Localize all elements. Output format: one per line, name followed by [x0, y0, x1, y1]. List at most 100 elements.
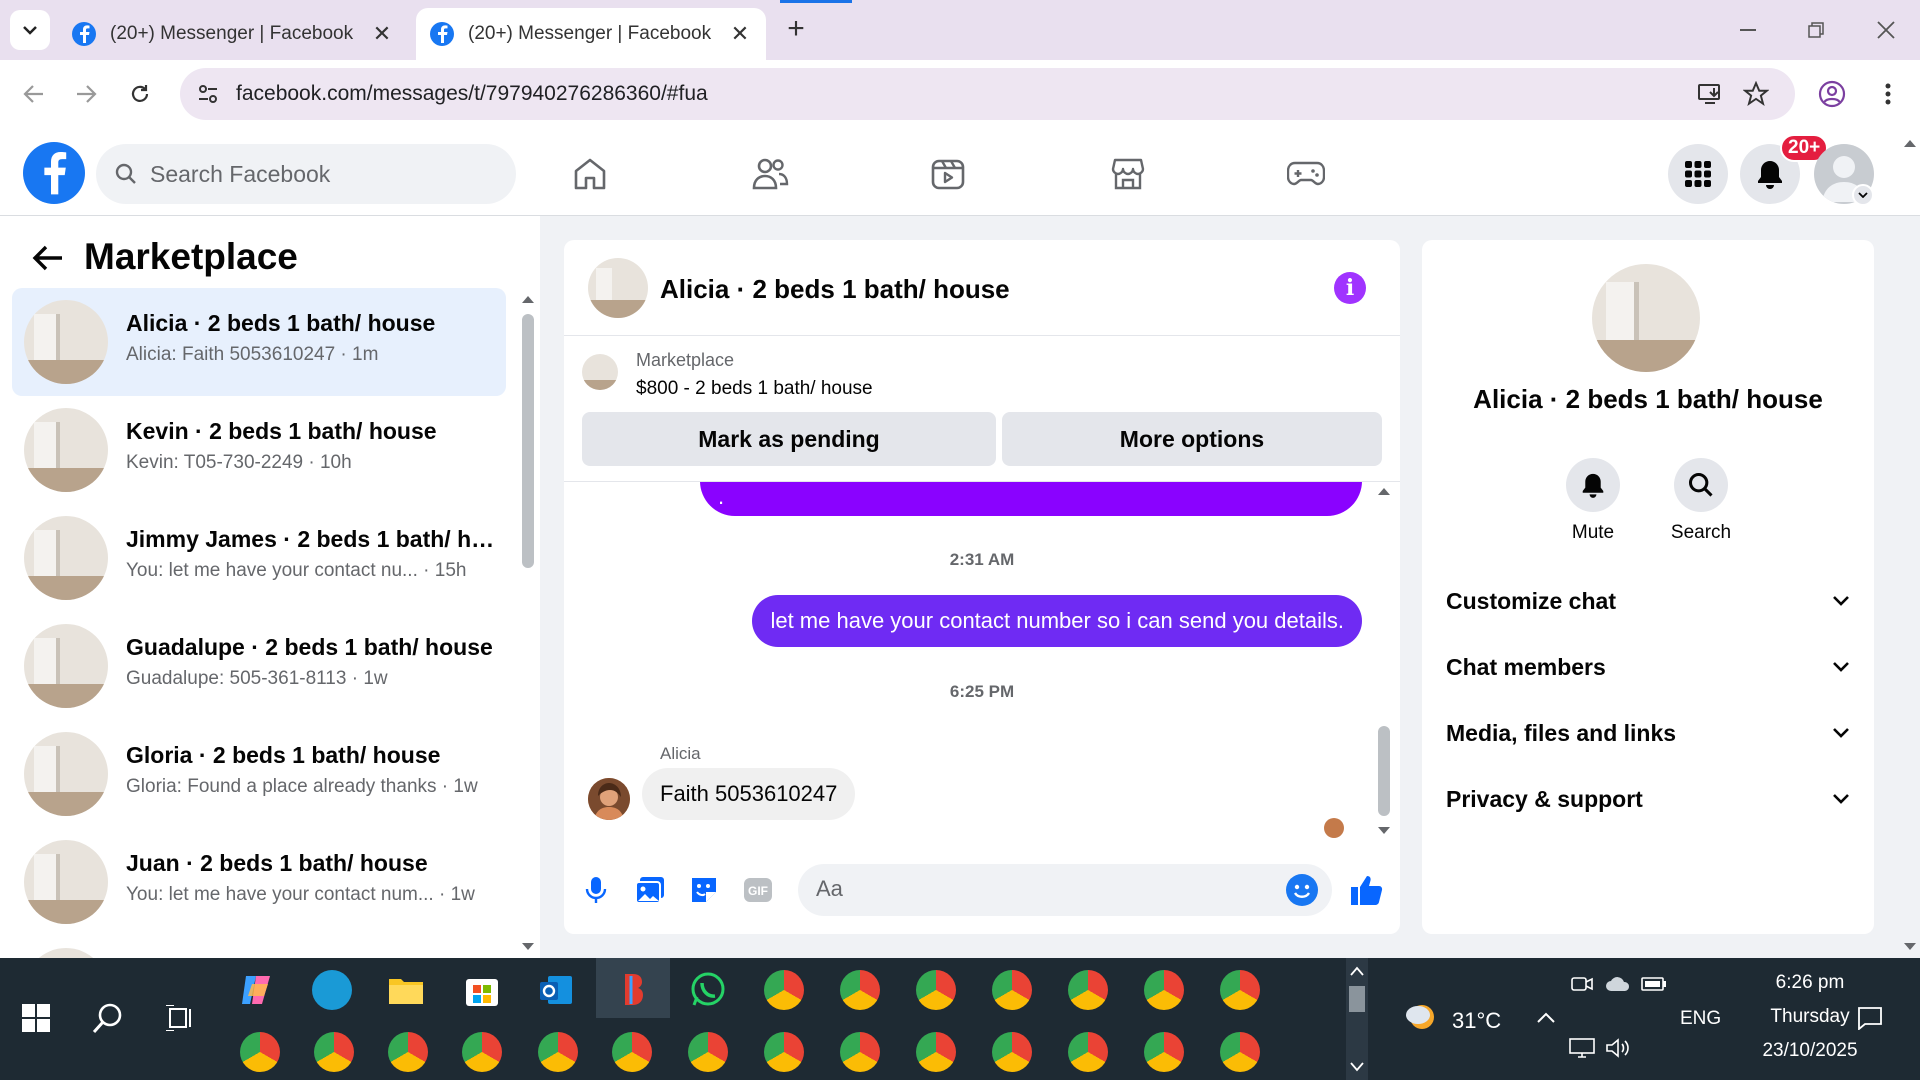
listing-thumbnail[interactable] [588, 258, 648, 318]
chat-members-section[interactable]: Chat members [1446, 644, 1850, 690]
chrome-profile-icon[interactable] [612, 1032, 652, 1072]
chrome-profile-icon[interactable] [388, 1032, 428, 1072]
customize-chat-section[interactable]: Customize chat [1446, 578, 1850, 624]
chrome-profile-icon[interactable] [688, 1032, 728, 1072]
chrome-profile-icon[interactable] [1068, 1032, 1108, 1072]
address-bar[interactable]: facebook.com/messages/t/797940276286360/… [180, 68, 1795, 120]
meet-now-icon[interactable] [1562, 964, 1602, 1004]
conversation-list-scrollbar[interactable] [522, 314, 534, 568]
edge-browser-icon[interactable] [312, 970, 352, 1010]
file-explorer-icon[interactable] [386, 970, 426, 1010]
chrome-profile-icon[interactable] [1220, 970, 1260, 1010]
message-input-wrapper[interactable] [798, 864, 1332, 916]
browser-tab-1[interactable]: (20+) Messenger | Facebook ✕ [58, 8, 408, 60]
listing-price-title[interactable]: $800 - 2 beds 1 bath/ house [636, 378, 873, 400]
search-in-chat-button[interactable]: Search [1656, 458, 1746, 544]
task-view-icon[interactable] [160, 998, 200, 1038]
conversation-item[interactable] [12, 936, 506, 958]
gif-icon[interactable]: GIF [740, 872, 776, 908]
conversation-item[interactable]: Jimmy James · 2 beds 1 bath/ ho... You: … [12, 504, 506, 612]
scroll-down-arrow[interactable] [521, 942, 535, 952]
bitdefender-icon[interactable] [612, 970, 652, 1010]
emoji-icon[interactable] [1286, 874, 1318, 906]
chrome-profile-icon[interactable] [916, 1032, 956, 1072]
browser-tab-2[interactable]: (20+) Messenger | Facebook ✕ [416, 8, 766, 60]
taskbar-scroll[interactable] [1346, 958, 1368, 1080]
chrome-profile-icon[interactable] [538, 1032, 578, 1072]
reload-button[interactable] [122, 76, 158, 112]
chrome-profile-icon[interactable] [764, 1032, 804, 1072]
chrome-profile-icon[interactable] [840, 970, 880, 1010]
photo-icon[interactable] [632, 872, 668, 908]
bookmark-star-icon[interactable] [1740, 78, 1772, 110]
chrome-profile-icon[interactable] [1144, 1032, 1184, 1072]
chat-title[interactable]: Alicia · 2 beds 1 bath/ house [660, 274, 1010, 305]
new-tab-button[interactable]: + [780, 14, 812, 46]
scroll-down-arrow[interactable] [1377, 826, 1391, 836]
windows-start-icon[interactable] [16, 998, 56, 1038]
window-close-button[interactable] [1856, 10, 1916, 50]
browser-menu-button[interactable] [1870, 76, 1906, 112]
scroll-up-arrow[interactable] [521, 294, 535, 304]
network-icon[interactable] [1562, 1028, 1602, 1068]
chevron-down-icon[interactable] [1852, 184, 1874, 206]
install-app-icon[interactable] [1694, 78, 1726, 110]
listing-thumbnail[interactable] [1592, 264, 1700, 372]
forward-button[interactable] [68, 76, 104, 112]
close-tab-icon[interactable]: ✕ [728, 21, 752, 47]
friends-icon[interactable] [746, 150, 794, 198]
conversation-item[interactable]: Alicia · 2 beds 1 bath/ house Alicia: Fa… [12, 288, 506, 396]
home-icon[interactable] [566, 150, 614, 198]
onedrive-icon[interactable] [1598, 964, 1638, 1004]
search-input[interactable] [150, 160, 490, 188]
site-settings-icon[interactable] [192, 78, 224, 110]
privacy-support-section[interactable]: Privacy & support [1446, 776, 1850, 822]
chrome-profile-icon[interactable] [992, 1032, 1032, 1072]
mark-as-pending-button[interactable]: Mark as pending [582, 412, 996, 466]
chrome-profile-icon[interactable] [992, 970, 1032, 1010]
chrome-profile-icon[interactable] [1068, 970, 1108, 1010]
marketplace-icon[interactable] [1104, 150, 1152, 198]
conversation-item[interactable]: Kevin · 2 beds 1 bath/ house Kevin: T05-… [12, 396, 506, 504]
page-scroll-down-arrow[interactable] [1903, 942, 1917, 952]
chrome-profile-icon[interactable] [314, 1032, 354, 1072]
thumbs-up-icon[interactable] [1348, 872, 1384, 908]
facebook-search[interactable] [96, 144, 516, 204]
chrome-profile-icon[interactable] [462, 1032, 502, 1072]
more-options-button[interactable]: More options [1002, 412, 1382, 466]
facebook-logo[interactable] [23, 142, 85, 204]
conversation-item[interactable]: Guadalupe · 2 beds 1 bath/ house Guadalu… [12, 612, 506, 720]
outgoing-message-bubble[interactable]: let me have your contact number so i can… [752, 595, 1362, 647]
copilot-icon[interactable] [236, 970, 276, 1010]
search-icon[interactable] [88, 998, 128, 1038]
microphone-icon[interactable] [578, 872, 614, 908]
info-icon[interactable]: i [1334, 272, 1366, 304]
chrome-profile-icon[interactable] [1220, 1032, 1260, 1072]
menu-grid-button[interactable] [1668, 144, 1728, 204]
chat-scrollbar[interactable] [1378, 726, 1390, 816]
microsoft-store-icon[interactable] [462, 970, 502, 1010]
show-hidden-icons[interactable] [1526, 998, 1566, 1038]
profile-button[interactable] [1814, 76, 1850, 112]
conversation-item[interactable]: Juan · 2 beds 1 bath/ house You: let me … [12, 828, 506, 936]
back-button[interactable] [16, 76, 52, 112]
input-language[interactable]: ENG [1680, 1008, 1721, 1030]
notification-center-icon[interactable] [1850, 998, 1890, 1038]
scroll-up-arrow[interactable] [1377, 486, 1391, 496]
sticker-icon[interactable] [686, 872, 722, 908]
incoming-message-bubble[interactable]: Faith 5053610247 [642, 768, 856, 820]
restore-button[interactable] [1786, 10, 1846, 50]
media-files-links-section[interactable]: Media, files and links [1446, 710, 1850, 756]
minimize-button[interactable] [1718, 10, 1778, 50]
sender-avatar[interactable] [588, 778, 630, 820]
outlook-icon[interactable] [536, 970, 576, 1010]
weather-icon[interactable] [1404, 998, 1444, 1038]
outgoing-message-bubble[interactable]: . [700, 482, 1362, 516]
page-scroll-up-arrow[interactable] [1903, 138, 1917, 148]
chrome-profile-icon[interactable] [240, 1032, 280, 1072]
battery-icon[interactable] [1634, 964, 1674, 1004]
mute-button[interactable]: Mute [1548, 458, 1638, 544]
gaming-icon[interactable] [1282, 150, 1330, 198]
chrome-profile-icon[interactable] [916, 970, 956, 1010]
video-icon[interactable] [924, 150, 972, 198]
